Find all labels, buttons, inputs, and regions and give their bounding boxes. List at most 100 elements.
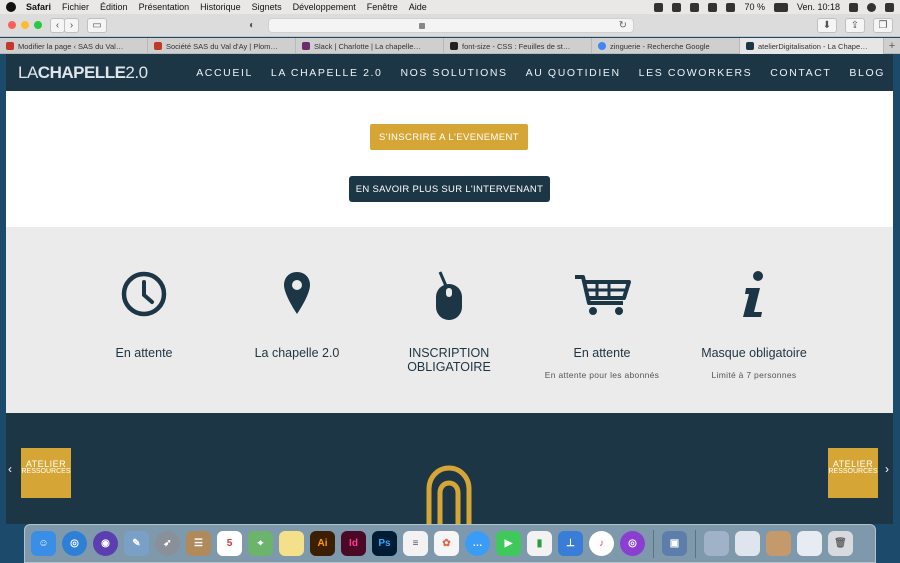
forward-button[interactable]: › (64, 18, 79, 33)
finder-icon[interactable]: ☺ (31, 531, 56, 556)
tab-label: font-size - CSS : Feuilles de st… (462, 41, 571, 51)
chevron-right-icon[interactable]: › (885, 462, 889, 476)
nav-nos-solutions[interactable]: NOS SOLUTIONS (400, 67, 507, 79)
spotlight-icon[interactable] (849, 2, 858, 12)
dock-separator (695, 529, 696, 558)
menu-historique[interactable]: Historique (200, 2, 241, 12)
minimize-window-button[interactable] (21, 21, 29, 29)
menu-fichier[interactable]: Fichier (62, 2, 89, 12)
nav-blog[interactable]: BLOG (849, 67, 885, 79)
nav-la-chapelle[interactable]: LA CHAPELLE 2.0 (271, 67, 383, 79)
browser-toolbar: ‹ › ▭ ◐ ↻ ⬇ ⇪ ❐ (0, 14, 900, 37)
battery-icon[interactable] (773, 2, 788, 12)
thumb-subtitle: RESSOURCES (828, 468, 878, 475)
tab-3[interactable]: font-size - CSS : Feuilles de st… (444, 38, 592, 54)
calendar-icon[interactable]: 5 (217, 531, 242, 556)
tab-4[interactable]: zinguerie - Recherche Google (592, 38, 740, 54)
new-tab-button[interactable]: + (884, 38, 900, 54)
numbers-icon[interactable]: ▮ (527, 531, 552, 556)
photoshop-icon[interactable]: Ps (372, 531, 397, 556)
facetime-icon[interactable]: ▶ (496, 531, 521, 556)
nav-accueil[interactable]: ACCUEIL (196, 67, 253, 79)
messages-icon[interactable]: … (465, 531, 490, 556)
recent-document-icon[interactable] (735, 531, 760, 556)
info-title: En attente (573, 346, 631, 360)
illustrator-icon[interactable]: Ai (310, 531, 335, 556)
chevron-left-icon[interactable]: ‹ (8, 462, 12, 476)
launchpad-icon[interactable]: ➶ (155, 531, 180, 556)
menu-fenetre[interactable]: Fenêtre (367, 2, 398, 12)
tab-0[interactable]: Modifier la page ‹ SAS du Val… (0, 38, 148, 54)
screenshot-stack-icon[interactable] (797, 531, 822, 556)
tab-overview-button[interactable]: ❐ (873, 18, 893, 33)
macos-dock: ☺ ◎ ◉ ✎ ➶ ☰ 5 ⌖ Ai Id Ps ≡ ✿ … ▶ ▮ ⊥ ♪ ◎… (24, 524, 876, 563)
speaker-info-button[interactable]: EN SAVOIR PLUS SUR L'INTERVENANT (349, 176, 550, 202)
tab-5-active[interactable]: atelierDigitalisation - La Chape… (740, 38, 884, 54)
safari-icon[interactable]: ◎ (62, 531, 87, 556)
apple-menu-icon[interactable] (6, 2, 16, 12)
logo-text-bold: CHAPELLE (37, 63, 126, 82)
battery-percent[interactable]: 70 % (744, 2, 765, 12)
reload-icon[interactable]: ↻ (619, 20, 627, 31)
trash-icon[interactable]: 🗑 (828, 531, 853, 556)
share-button[interactable]: ⇪ (845, 18, 865, 33)
nav-les-coworkers[interactable]: LES COWORKERS (639, 67, 753, 79)
menu-signets[interactable]: Signets (252, 2, 282, 12)
airplay-icon[interactable] (690, 2, 700, 12)
info-title: INSCRIPTION OBLIGATOIRE (407, 346, 491, 374)
menu-developpement[interactable]: Développement (293, 2, 356, 12)
keynote-icon[interactable]: ⊥ (558, 531, 583, 556)
recent-window-icon[interactable] (704, 531, 729, 556)
tab-label: Société SAS du Val d'Ay | Plom… (166, 41, 278, 51)
back-button[interactable]: ‹ (50, 18, 65, 33)
creative-cloud-icon[interactable] (672, 2, 682, 12)
music-icon[interactable]: ♪ (589, 531, 614, 556)
slack-favicon-icon (302, 42, 310, 50)
site-logo[interactable]: LACHAPELLE2.0 (18, 63, 148, 83)
logo-text-light: LA (18, 63, 38, 82)
notes-icon[interactable] (279, 531, 304, 556)
reminders-icon[interactable]: ≡ (403, 531, 428, 556)
contacts-icon[interactable]: ☰ (186, 531, 211, 556)
close-window-button[interactable] (8, 21, 16, 29)
google-favicon-icon (598, 42, 606, 50)
tab-2[interactable]: Slack | Charlotte | La chapelle… (296, 38, 444, 54)
address-bar[interactable]: ↻ (268, 18, 634, 33)
indesign-icon[interactable]: Id (341, 531, 366, 556)
related-event-thumb-left[interactable]: ATELIER RESSOURCES (21, 448, 71, 498)
podcasts-icon[interactable]: ◎ (620, 531, 645, 556)
sidebar-toggle-button[interactable]: ▭ (87, 18, 107, 33)
clock[interactable]: Ven. 10:18 (797, 2, 840, 12)
maps-icon[interactable]: ⌖ (248, 531, 273, 556)
info-title: Masque obligatoire (701, 346, 807, 360)
location-pin-icon (284, 272, 310, 314)
privacy-shield-icon[interactable]: ◐ (243, 18, 261, 33)
zoom-window-button[interactable] (34, 21, 42, 29)
wifi-icon[interactable] (726, 2, 736, 12)
downloads-button[interactable]: ⬇ (817, 18, 837, 33)
register-event-button[interactable]: S'INSCRIRE A L'EVENEMENT (370, 124, 528, 150)
location-status-icon[interactable] (654, 2, 664, 12)
mdn-favicon-icon (450, 42, 458, 50)
nav-contact[interactable]: CONTACT (770, 67, 831, 79)
tab-1[interactable]: Société SAS du Val d'Ay | Plom… (148, 38, 296, 54)
menu-presentation[interactable]: Présentation (139, 2, 190, 12)
info-subtitle: Limité à 7 personnes (711, 370, 797, 380)
notification-center-icon[interactable] (885, 2, 894, 12)
bluetooth-icon[interactable] (708, 2, 718, 12)
downloads-stack-icon[interactable] (766, 531, 791, 556)
menu-edition[interactable]: Édition (100, 2, 128, 12)
info-title: En attente (115, 346, 173, 360)
user-avatar-icon[interactable] (867, 2, 876, 12)
image-capture-icon[interactable]: ▣ (662, 531, 687, 556)
menu-aide[interactable]: Aide (409, 2, 427, 12)
clock-icon (121, 271, 167, 317)
info-subtitle: En attente pour les abonnés (544, 370, 660, 380)
photos-icon[interactable]: ✿ (434, 531, 459, 556)
preview-icon[interactable]: ✎ (124, 531, 149, 556)
nav-au-quotidien[interactable]: AU QUOTIDIEN (526, 67, 621, 79)
siri-icon[interactable]: ◉ (93, 531, 118, 556)
menu-app[interactable]: Safari (26, 2, 51, 12)
cart-icon (575, 275, 631, 315)
related-event-thumb-right[interactable]: ATELIER RESSOURCES (828, 448, 878, 498)
